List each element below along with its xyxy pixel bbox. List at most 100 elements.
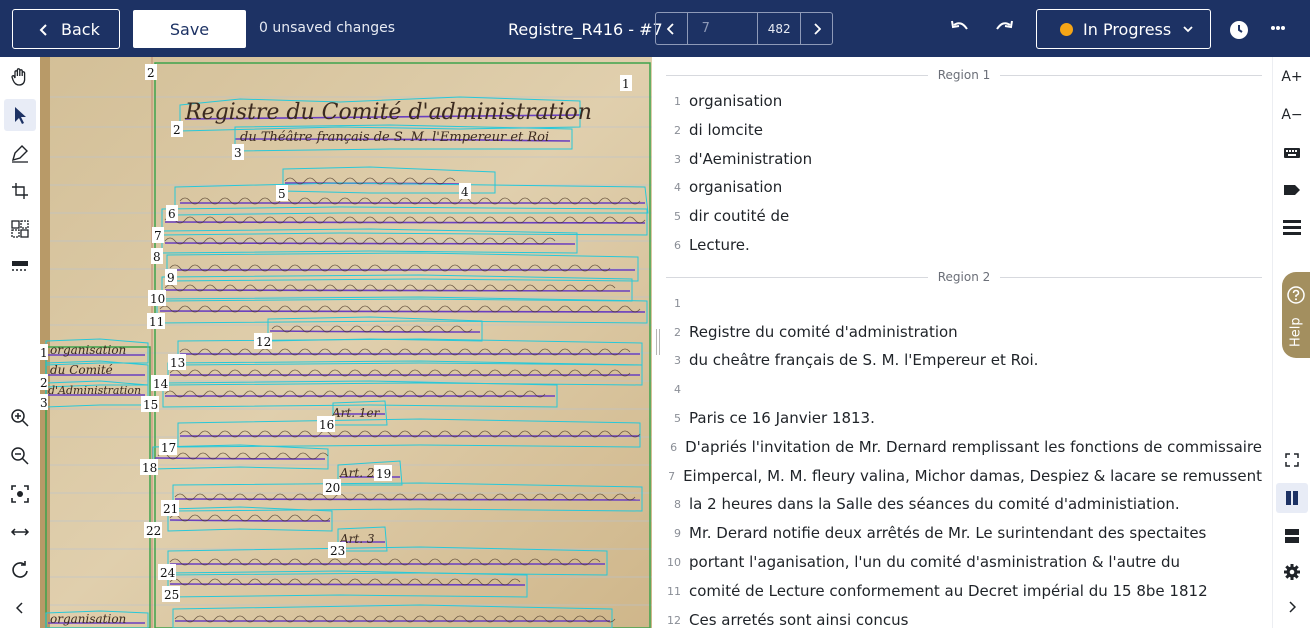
transcription-line[interactable]: 6 D'apriés l'invitation de Mr. Dernard re…	[666, 433, 1262, 461]
line-label[interactable]: 6	[166, 205, 178, 221]
line-text[interactable]: du cheâtre français de S. M. l'Empereur …	[689, 351, 1038, 369]
line-label[interactable]: 19	[374, 465, 392, 481]
line-label[interactable]: 13	[168, 354, 186, 370]
pan-tool[interactable]	[4, 61, 36, 93]
line-text[interactable]: D'apriés l'invitation de Mr. Dernard rem…	[685, 438, 1262, 456]
zoom-out-button[interactable]	[4, 440, 36, 472]
line-label[interactable]: 21	[161, 500, 179, 516]
collapse-right-button[interactable]	[1276, 592, 1308, 622]
transcription-line[interactable]: 2 di lomcite	[666, 116, 1262, 144]
line-label[interactable]: 10	[148, 290, 166, 306]
transcription-line[interactable]: 12 Ces arretés sont ainsi concus	[666, 606, 1262, 628]
transcription-line[interactable]: 6 Lecture.	[666, 231, 1262, 259]
zoom-in-button[interactable]	[4, 402, 36, 434]
decrease-font-button[interactable]: A−	[1276, 100, 1308, 130]
more-options-icon[interactable]	[1270, 25, 1286, 31]
chevron-left-icon	[39, 24, 47, 36]
line-label[interactable]: 20	[323, 479, 341, 495]
line-text[interactable]: dir coutité de	[689, 207, 789, 225]
transcription-line[interactable]: 10 portant l'aganisation, l'un du comité …	[666, 548, 1262, 576]
line-label[interactable]: 14	[151, 375, 169, 391]
transcription-line[interactable]: 11 comité de Lecture conformement au Decr…	[666, 577, 1262, 605]
line-text[interactable]: Eimpercal, M. M. fleury valina, Michor d…	[683, 467, 1262, 485]
document-image-viewer[interactable]: Registre du Comité d'administration du T…	[40, 57, 652, 628]
split-line-tool[interactable]	[4, 175, 36, 207]
transcription-line[interactable]: 8 la 2 heures dans la Salle des séances d…	[666, 490, 1262, 518]
tags-button[interactable]	[1276, 175, 1308, 205]
status-dropdown[interactable]: In Progress	[1036, 9, 1211, 49]
line-label[interactable]: 17	[159, 439, 177, 455]
line-label[interactable]: 23	[328, 542, 346, 558]
page-number-input[interactable]: 7	[686, 13, 758, 44]
line-label[interactable]: 12	[254, 333, 272, 349]
transcription-line[interactable]: 5 dir coutité de	[666, 202, 1262, 230]
draw-tool[interactable]	[4, 137, 36, 169]
line-text[interactable]: organisation	[689, 92, 782, 110]
side-by-side-layout-button[interactable]	[1276, 483, 1308, 513]
transcription-line[interactable]: 2 Registre du comité d'administration	[666, 318, 1262, 346]
rotate-button[interactable]	[4, 554, 36, 586]
line-text[interactable]: Lecture.	[689, 236, 750, 254]
virtual-keyboard-button[interactable]	[1276, 138, 1308, 168]
line-text[interactable]: portant l'aganisation, l'un du comité d'…	[689, 553, 1180, 571]
fullscreen-button[interactable]	[1276, 445, 1308, 475]
line-label[interactable]: 4	[459, 183, 471, 199]
baseline-tool[interactable]	[4, 251, 36, 283]
margin-line-label[interactable]: 2	[40, 374, 48, 390]
list-view-button[interactable]	[1276, 213, 1308, 243]
redo-icon[interactable]	[994, 19, 1014, 35]
line-label[interactable]: 5	[276, 185, 288, 201]
line-label[interactable]: 22	[144, 522, 162, 538]
back-button[interactable]: Back	[12, 9, 120, 49]
line-label[interactable]: 11	[147, 313, 165, 329]
line-label[interactable]: 24	[158, 564, 176, 580]
help-tab[interactable]: Help	[1282, 272, 1310, 358]
line-text[interactable]: Ces arretés sont ainsi concus	[689, 611, 908, 628]
select-tool[interactable]	[4, 99, 36, 131]
line-label[interactable]: 3	[232, 144, 244, 160]
transcription-line[interactable]: 3 d'Aeministration	[666, 145, 1262, 173]
transcription-line[interactable]: 4	[666, 375, 1262, 403]
region-label[interactable]: 2	[145, 64, 157, 80]
next-page-button[interactable]	[801, 13, 832, 44]
fit-width-button[interactable]	[4, 516, 36, 548]
region-tool[interactable]	[4, 213, 36, 245]
line-label[interactable]: 16	[317, 416, 335, 432]
margin-line-label[interactable]: 3	[40, 394, 48, 410]
line-label[interactable]: 15	[141, 396, 159, 412]
line-label[interactable]: 18	[140, 459, 158, 475]
history-clock-icon[interactable]	[1229, 20, 1249, 40]
line-text[interactable]: comité de Lecture conformement au Decret…	[689, 582, 1208, 600]
line-label[interactable]: 1	[620, 75, 632, 91]
splitter-grip[interactable]	[656, 329, 660, 355]
line-label[interactable]: 25	[162, 586, 180, 602]
transcription-line[interactable]: 3 du cheâtre français de S. M. l'Empereur…	[666, 346, 1262, 374]
line-text[interactable]: la 2 heures dans la Salle des séances du…	[689, 495, 1180, 513]
fit-to-screen-button[interactable]	[4, 478, 36, 510]
line-label[interactable]: 7	[152, 227, 164, 243]
transcription-line[interactable]: 4 organisation	[666, 173, 1262, 201]
line-label[interactable]: 8	[151, 248, 163, 264]
settings-button[interactable]	[1276, 557, 1308, 587]
line-text[interactable]: Mr. Derard notifie deux arrêtés de Mr. L…	[689, 524, 1206, 542]
pane-splitter[interactable]	[652, 57, 666, 628]
stacked-layout-button[interactable]	[1276, 521, 1308, 551]
previous-page-button[interactable]	[656, 13, 687, 44]
line-label[interactable]: 2	[171, 121, 183, 137]
transcription-line[interactable]: 1	[666, 289, 1262, 317]
line-text[interactable]: Registre du comité d'administration	[689, 323, 958, 341]
save-button[interactable]: Save	[133, 10, 246, 48]
transcription-line[interactable]: 5 Paris ce 16 Janvier 1813.	[666, 404, 1262, 432]
transcription-line[interactable]: 1 organisation	[666, 87, 1262, 115]
transcription-line[interactable]: 7 Eimpercal, M. M. fleury valina, Michor …	[666, 462, 1262, 490]
increase-font-button[interactable]: A+	[1276, 62, 1308, 92]
line-label[interactable]: 9	[165, 269, 177, 285]
transcription-line[interactable]: 9 Mr. Derard notifie deux arrêtés de Mr. …	[666, 519, 1262, 547]
line-text[interactable]: organisation	[689, 178, 782, 196]
line-text[interactable]: di lomcite	[689, 121, 763, 139]
margin-line-label[interactable]: 1	[40, 344, 48, 360]
line-text[interactable]: Paris ce 16 Janvier 1813.	[689, 409, 875, 427]
collapse-left-button[interactable]	[4, 592, 36, 624]
undo-icon[interactable]	[950, 19, 970, 35]
line-text[interactable]: d'Aeministration	[689, 150, 812, 168]
